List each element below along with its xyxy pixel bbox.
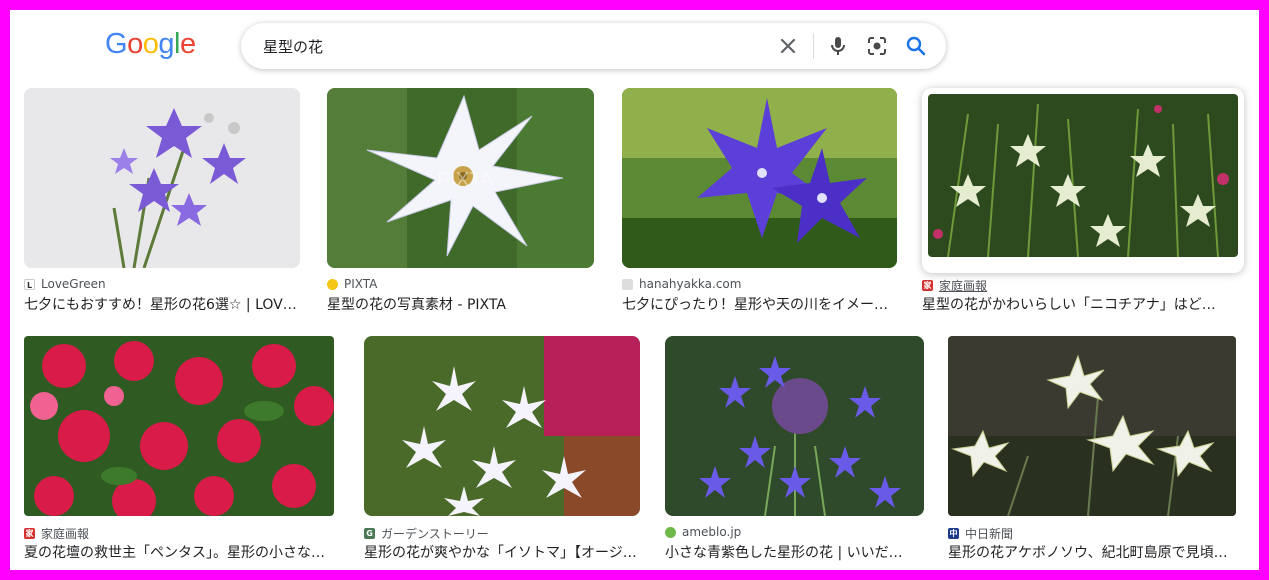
- pixta-favicon-icon: [327, 278, 338, 290]
- result-source[interactable]: ameblo.jp: [665, 525, 741, 539]
- logo-letter: o: [127, 28, 143, 60]
- result-title[interactable]: 星形の花が爽やかな「イソトマ」【オージ…: [364, 542, 644, 562]
- source-name[interactable]: 中日新聞: [965, 525, 1013, 542]
- logo-letter: e: [179, 28, 196, 60]
- result-source[interactable]: L LoveGreen: [24, 277, 106, 291]
- result-title[interactable]: 七夕にもおすすめ！星形の花6選☆ | LOV…: [24, 294, 304, 314]
- result-thumbnail[interactable]: [622, 88, 897, 268]
- source-name[interactable]: hanahyakka.com: [639, 277, 741, 291]
- source-name[interactable]: 家庭画報: [41, 525, 89, 542]
- garden-story-favicon-icon: G: [364, 528, 375, 539]
- search-input[interactable]: 星型の花: [263, 36, 323, 57]
- result-thumbnail[interactable]: [948, 336, 1236, 516]
- microphone-icon[interactable]: [826, 34, 850, 58]
- source-name[interactable]: LoveGreen: [41, 277, 106, 291]
- result-thumbnail[interactable]: PIXTA: [327, 88, 594, 268]
- search-divider: [813, 33, 814, 59]
- source-name[interactable]: ガーデンストーリー: [381, 525, 489, 542]
- result-thumbnail[interactable]: [922, 88, 1244, 273]
- watermark-text: PIXTA: [437, 169, 494, 191]
- page: Google 星型の花 L LoveGreen 七夕にもおすすめ！星形の花6選☆…: [10, 10, 1259, 570]
- result-thumbnail[interactable]: [24, 88, 300, 268]
- result-source[interactable]: hanahyakka.com: [622, 277, 741, 291]
- source-name[interactable]: 家庭画報: [939, 277, 987, 294]
- result-title[interactable]: 星型の花の写真素材 - PIXTA: [327, 294, 597, 314]
- search-icon[interactable]: [904, 34, 928, 58]
- source-name[interactable]: PIXTA: [344, 277, 377, 291]
- source-name[interactable]: ameblo.jp: [682, 525, 741, 539]
- result-title[interactable]: 星型の花がかわいらしい「ニコチアナ」はど…: [922, 294, 1232, 314]
- hanahyakka-favicon-icon: [622, 278, 633, 290]
- result-title[interactable]: 小さな青紫色した星形の花 | いいだ…: [665, 542, 927, 562]
- result-title[interactable]: 七夕にぴったり！星形や天の川をイメー…: [622, 294, 898, 314]
- result-thumbnail[interactable]: [665, 336, 924, 516]
- lens-camera-icon[interactable]: [865, 34, 889, 58]
- logo-letter: g: [158, 28, 174, 60]
- katei-gaho-favicon-icon: 家: [922, 280, 933, 291]
- chunichi-favicon-icon: 中: [948, 528, 959, 539]
- ameblo-favicon-icon: [665, 526, 676, 538]
- clear-icon[interactable]: [776, 34, 800, 58]
- result-title[interactable]: 夏の花壇の救世主「ペンタス」。星形の小さな…: [24, 542, 334, 562]
- katei-gaho-favicon-icon: 家: [24, 528, 35, 539]
- result-source[interactable]: PIXTA: [327, 277, 377, 291]
- result-thumbnail[interactable]: [24, 336, 334, 516]
- search-bar[interactable]: 星型の花: [241, 23, 946, 69]
- lovegreen-favicon-icon: L: [24, 278, 35, 290]
- result-source[interactable]: G ガーデンストーリー: [364, 525, 489, 542]
- google-logo[interactable]: Google: [105, 28, 196, 61]
- result-thumbnail[interactable]: [364, 336, 640, 516]
- result-source[interactable]: 家 家庭画報: [24, 525, 89, 542]
- result-title[interactable]: 星形の花アケボノソウ、紀北町島原で見頃…: [948, 542, 1238, 562]
- result-source[interactable]: 家 家庭画報: [922, 277, 987, 294]
- result-source[interactable]: 中 中日新聞: [948, 525, 1013, 542]
- logo-letter: o: [142, 28, 159, 60]
- logo-letter: G: [105, 28, 128, 60]
